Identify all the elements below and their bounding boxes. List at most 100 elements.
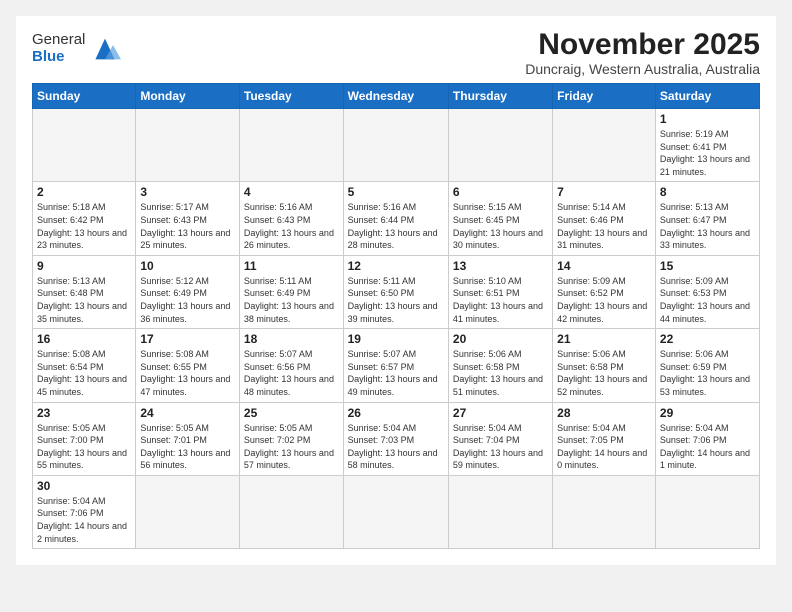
day-12: 12 Sunrise: 5:11 AMSunset: 6:50 PMDaylig… — [343, 255, 448, 328]
day-number: 17 — [140, 332, 235, 346]
day-info: Sunrise: 5:16 AMSunset: 6:43 PMDaylight:… — [244, 201, 339, 251]
logo: General Blue — [32, 32, 121, 65]
day-info: Sunrise: 5:18 AMSunset: 6:42 PMDaylight:… — [37, 201, 131, 251]
table-row: 16 Sunrise: 5:08 AMSunset: 6:54 PMDaylig… — [33, 329, 760, 402]
day-23: 23 Sunrise: 5:05 AMSunset: 7:00 PMDaylig… — [33, 402, 136, 475]
empty-cell — [239, 109, 343, 182]
day-info: Sunrise: 5:04 AMSunset: 7:03 PMDaylight:… — [348, 422, 444, 472]
day-15: 15 Sunrise: 5:09 AMSunset: 6:53 PMDaylig… — [655, 255, 759, 328]
empty-cell — [448, 475, 552, 548]
day-2: 2 Sunrise: 5:18 AMSunset: 6:42 PMDayligh… — [33, 182, 136, 255]
empty-cell — [136, 475, 240, 548]
day-number: 29 — [660, 406, 755, 420]
day-number: 1 — [660, 112, 755, 126]
day-info: Sunrise: 5:19 AMSunset: 6:41 PMDaylight:… — [660, 128, 755, 178]
day-info: Sunrise: 5:07 AMSunset: 6:56 PMDaylight:… — [244, 348, 339, 398]
day-info: Sunrise: 5:11 AMSunset: 6:49 PMDaylight:… — [244, 275, 339, 325]
day-6: 6 Sunrise: 5:15 AMSunset: 6:45 PMDayligh… — [448, 182, 552, 255]
table-row: 23 Sunrise: 5:05 AMSunset: 7:00 PMDaylig… — [33, 402, 760, 475]
day-20: 20 Sunrise: 5:06 AMSunset: 6:58 PMDaylig… — [448, 329, 552, 402]
day-number: 8 — [660, 185, 755, 199]
day-17: 17 Sunrise: 5:08 AMSunset: 6:55 PMDaylig… — [136, 329, 240, 402]
day-info: Sunrise: 5:15 AMSunset: 6:45 PMDaylight:… — [453, 201, 548, 251]
day-27: 27 Sunrise: 5:04 AMSunset: 7:04 PMDaylig… — [448, 402, 552, 475]
calendar: Sunday Monday Tuesday Wednesday Thursday… — [32, 83, 760, 549]
empty-cell — [655, 475, 759, 548]
day-info: Sunrise: 5:10 AMSunset: 6:51 PMDaylight:… — [453, 275, 548, 325]
day-number: 5 — [348, 185, 444, 199]
header-tuesday: Tuesday — [239, 84, 343, 109]
day-info: Sunrise: 5:08 AMSunset: 6:55 PMDaylight:… — [140, 348, 235, 398]
day-10: 10 Sunrise: 5:12 AMSunset: 6:49 PMDaylig… — [136, 255, 240, 328]
day-19: 19 Sunrise: 5:07 AMSunset: 6:57 PMDaylig… — [343, 329, 448, 402]
day-7: 7 Sunrise: 5:14 AMSunset: 6:46 PMDayligh… — [553, 182, 656, 255]
day-info: Sunrise: 5:17 AMSunset: 6:43 PMDaylight:… — [140, 201, 235, 251]
day-number: 21 — [557, 332, 651, 346]
day-info: Sunrise: 5:13 AMSunset: 6:48 PMDaylight:… — [37, 275, 131, 325]
day-16: 16 Sunrise: 5:08 AMSunset: 6:54 PMDaylig… — [33, 329, 136, 402]
day-4: 4 Sunrise: 5:16 AMSunset: 6:43 PMDayligh… — [239, 182, 343, 255]
logo-icon — [89, 33, 121, 65]
day-number: 19 — [348, 332, 444, 346]
day-9: 9 Sunrise: 5:13 AMSunset: 6:48 PMDayligh… — [33, 255, 136, 328]
day-14: 14 Sunrise: 5:09 AMSunset: 6:52 PMDaylig… — [553, 255, 656, 328]
table-row: 9 Sunrise: 5:13 AMSunset: 6:48 PMDayligh… — [33, 255, 760, 328]
day-24: 24 Sunrise: 5:05 AMSunset: 7:01 PMDaylig… — [136, 402, 240, 475]
day-info: Sunrise: 5:09 AMSunset: 6:53 PMDaylight:… — [660, 275, 755, 325]
day-info: Sunrise: 5:16 AMSunset: 6:44 PMDaylight:… — [348, 201, 444, 251]
day-info: Sunrise: 5:04 AMSunset: 7:04 PMDaylight:… — [453, 422, 548, 472]
day-number: 6 — [453, 185, 548, 199]
header-sunday: Sunday — [33, 84, 136, 109]
day-info: Sunrise: 5:04 AMSunset: 7:06 PMDaylight:… — [37, 495, 131, 545]
day-25: 25 Sunrise: 5:05 AMSunset: 7:02 PMDaylig… — [239, 402, 343, 475]
day-11: 11 Sunrise: 5:11 AMSunset: 6:49 PMDaylig… — [239, 255, 343, 328]
day-28: 28 Sunrise: 5:04 AMSunset: 7:05 PMDaylig… — [553, 402, 656, 475]
empty-cell — [553, 109, 656, 182]
day-13: 13 Sunrise: 5:10 AMSunset: 6:51 PMDaylig… — [448, 255, 552, 328]
day-info: Sunrise: 5:05 AMSunset: 7:02 PMDaylight:… — [244, 422, 339, 472]
day-number: 22 — [660, 332, 755, 346]
day-22: 22 Sunrise: 5:06 AMSunset: 6:59 PMDaylig… — [655, 329, 759, 402]
day-number: 2 — [37, 185, 131, 199]
day-info: Sunrise: 5:13 AMSunset: 6:47 PMDaylight:… — [660, 201, 755, 251]
header-wednesday: Wednesday — [343, 84, 448, 109]
empty-cell — [343, 109, 448, 182]
day-number: 28 — [557, 406, 651, 420]
month-title: November 2025 — [525, 28, 760, 61]
header-monday: Monday — [136, 84, 240, 109]
day-8: 8 Sunrise: 5:13 AMSunset: 6:47 PMDayligh… — [655, 182, 759, 255]
day-number: 12 — [348, 259, 444, 273]
day-number: 18 — [244, 332, 339, 346]
day-number: 7 — [557, 185, 651, 199]
day-number: 15 — [660, 259, 755, 273]
day-number: 13 — [453, 259, 548, 273]
day-info: Sunrise: 5:04 AMSunset: 7:06 PMDaylight:… — [660, 422, 755, 472]
logo-blue: Blue — [32, 48, 65, 65]
title-block: November 2025 Duncraig, Western Australi… — [525, 28, 760, 77]
empty-cell — [33, 109, 136, 182]
day-21: 21 Sunrise: 5:06 AMSunset: 6:58 PMDaylig… — [553, 329, 656, 402]
day-info: Sunrise: 5:09 AMSunset: 6:52 PMDaylight:… — [557, 275, 651, 325]
day-number: 3 — [140, 185, 235, 199]
day-3: 3 Sunrise: 5:17 AMSunset: 6:43 PMDayligh… — [136, 182, 240, 255]
day-info: Sunrise: 5:08 AMSunset: 6:54 PMDaylight:… — [37, 348, 131, 398]
day-info: Sunrise: 5:05 AMSunset: 7:01 PMDaylight:… — [140, 422, 235, 472]
day-info: Sunrise: 5:06 AMSunset: 6:58 PMDaylight:… — [557, 348, 651, 398]
day-18: 18 Sunrise: 5:07 AMSunset: 6:56 PMDaylig… — [239, 329, 343, 402]
location-title: Duncraig, Western Australia, Australia — [525, 61, 760, 77]
empty-cell — [553, 475, 656, 548]
day-number: 9 — [37, 259, 131, 273]
empty-cell — [448, 109, 552, 182]
empty-cell — [136, 109, 240, 182]
day-number: 23 — [37, 406, 131, 420]
day-number: 30 — [37, 479, 131, 493]
header-friday: Friday — [553, 84, 656, 109]
weekday-header-row: Sunday Monday Tuesday Wednesday Thursday… — [33, 84, 760, 109]
day-number: 16 — [37, 332, 131, 346]
header-saturday: Saturday — [655, 84, 759, 109]
table-row: 2 Sunrise: 5:18 AMSunset: 6:42 PMDayligh… — [33, 182, 760, 255]
logo-general: General — [32, 31, 85, 48]
day-info: Sunrise: 5:06 AMSunset: 6:59 PMDaylight:… — [660, 348, 755, 398]
header-thursday: Thursday — [448, 84, 552, 109]
day-5: 5 Sunrise: 5:16 AMSunset: 6:44 PMDayligh… — [343, 182, 448, 255]
